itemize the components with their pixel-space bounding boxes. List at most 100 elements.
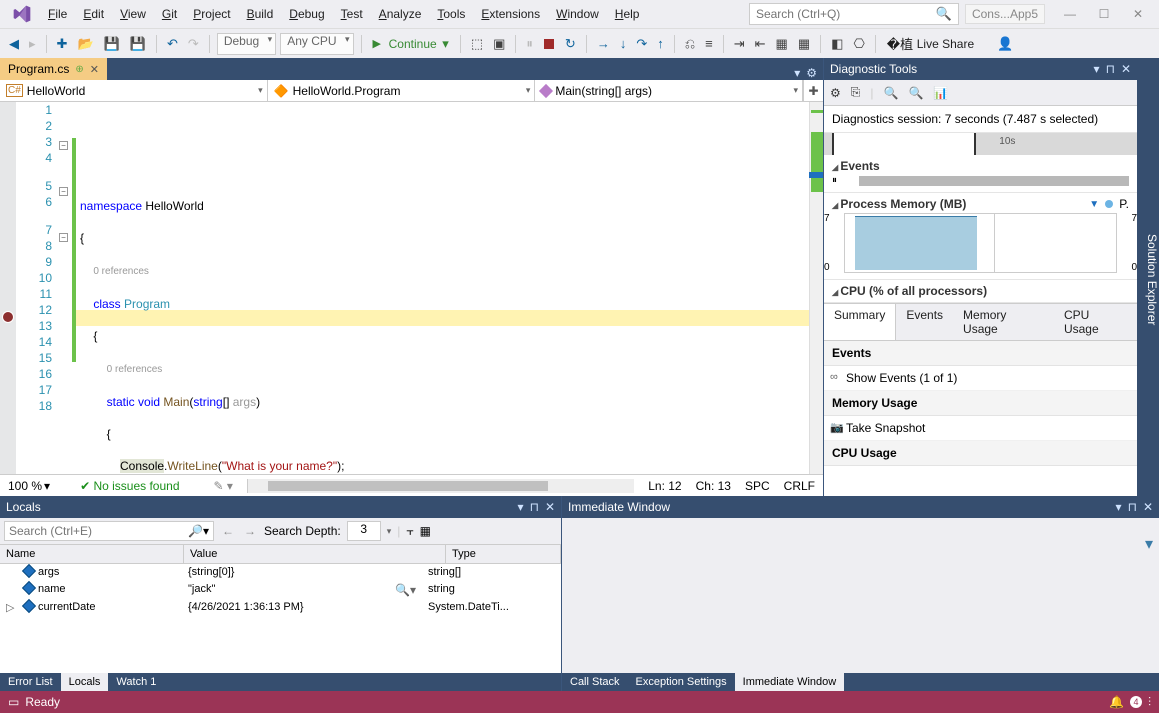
diag-gear-icon[interactable]: ⚙ [830,86,841,100]
zoom-in-icon[interactable]: 🔍 [884,86,899,100]
locals-search[interactable]: 🔎▾ [4,521,214,541]
panel-close-icon[interactable]: ✕ [545,500,555,514]
locals-search-input[interactable] [9,524,188,538]
horizontal-scrollbar[interactable] [247,479,634,493]
diag-tab-events[interactable]: Events [896,304,953,340]
notifications-icon[interactable]: 🔔 [1109,695,1124,709]
menu-project[interactable]: Project [185,3,238,25]
locals-tool-icon-2[interactable]: ▦ [420,524,431,538]
take-snapshot-link[interactable]: 📷Take Snapshot [824,416,1137,441]
panel-dropdown-icon[interactable]: ▾ [518,500,524,514]
step-out-icon[interactable]: ↑ [654,36,667,51]
comment-icon[interactable]: ▦ [773,36,791,52]
panel-close-icon[interactable]: ✕ [1121,62,1131,76]
menu-extensions[interactable]: Extensions [473,3,548,25]
tab-close-icon[interactable]: ✕ [90,63,99,76]
locals-row[interactable]: args{string[0]}string[] [0,564,561,581]
step-into-icon[interactable]: ↓ [617,36,630,51]
platform-combo[interactable]: Any CPU [280,33,353,55]
menu-file[interactable]: File [40,3,75,25]
uncomment-icon[interactable]: ▦ [795,36,813,52]
zoom-out-icon[interactable]: 🔍 [908,86,923,100]
live-share-button[interactable]: �植 Live Share [883,32,978,55]
breakpoint-icon[interactable] [2,311,14,323]
undo-icon[interactable]: ↶ [164,36,181,52]
outdent-icon[interactable]: ⇤ [752,36,769,52]
tool-icon-4[interactable]: ≡ [702,36,716,51]
step-over-icon[interactable]: ↷ [633,36,650,52]
btab-exception-settings[interactable]: Exception Settings [628,673,735,691]
tool-icon-1[interactable]: ⬚ [468,36,486,52]
locals-row[interactable]: name"jack" 🔍▾string [0,581,561,599]
search-depth-input[interactable]: 3 [347,521,381,541]
menu-debug[interactable]: Debug [281,3,332,25]
tab-dropdown-icon[interactable]: ▾ [794,66,800,80]
menu-test[interactable]: Test [333,3,371,25]
code-editor[interactable]: 123456789101112131415161718 − − − namesp… [0,102,823,474]
maximize-button[interactable]: ☐ [1087,3,1121,25]
line-ending[interactable]: CRLF [784,479,815,493]
locals-grid[interactable]: args{string[0]}string[]name"jack" 🔍▾stri… [0,564,561,673]
feedback-icon[interactable]: 👤 [994,36,1016,52]
tab-gear-icon[interactable]: ⚙ [806,66,817,80]
nav-method[interactable]: Main(string[] args) [535,80,803,101]
tool-icon-2[interactable]: ▣ [490,36,508,52]
continue-button[interactable]: ▶ Continue ▾ [369,34,453,54]
panel-pin-icon[interactable]: ⊓ [530,500,539,514]
diag-chart-icon[interactable]: 📊 [933,86,948,100]
locals-row[interactable]: ▷currentDate{4/26/2021 1:36:13 PM}System… [0,599,561,616]
overview-ruler[interactable] [809,102,823,474]
zoom-level[interactable]: 100 % ▾ [8,479,50,493]
menu-edit[interactable]: Edit [75,3,112,25]
btab-locals[interactable]: Locals [61,673,109,691]
restart-icon[interactable]: ↻ [562,36,579,52]
save-icon[interactable]: 💾 [101,36,123,52]
panel-pin-icon[interactable]: ⊓ [1106,62,1115,76]
pause-icon[interactable]: ⏸ [523,36,536,52]
nav-project[interactable]: C#HelloWorld [0,80,268,101]
btab-watch-1[interactable]: Watch 1 [108,673,164,691]
memory-chart[interactable] [844,213,1117,273]
quick-search-input[interactable] [756,7,936,21]
menu-tools[interactable]: Tools [429,3,473,25]
issues-status[interactable]: ✔ No issues found [80,479,179,493]
immediate-body[interactable]: ▾ [562,518,1159,673]
close-button[interactable]: ✕ [1121,3,1155,25]
cpu-section[interactable]: CPU (% of all processors) [832,284,1129,298]
new-icon[interactable]: ✚ [54,36,71,52]
config-combo[interactable]: Debug [217,33,276,55]
locals-tool-icon-1[interactable]: ⫟ [406,524,413,539]
document-tab[interactable]: Program.cs ⊕ ✕ [0,58,107,80]
indent-icon[interactable]: ⇥ [731,36,748,52]
pin-icon[interactable]: ⊕ [75,64,83,75]
diag-timeline[interactable]: 10s [824,133,1137,155]
menu-view[interactable]: View [112,3,154,25]
panel-dropdown-icon[interactable]: ▾ [1094,62,1100,76]
breakpoint-gutter[interactable] [0,102,16,474]
bookmark-icon[interactable]: ◧ [828,36,846,52]
search-next-icon[interactable]: → [242,524,258,538]
nav-class[interactable]: 🔶HelloWorld.Program [268,80,536,101]
minimize-button[interactable]: — [1053,3,1087,25]
code-body[interactable]: namespace HelloWorld { 0 references clas… [76,102,809,474]
menu-build[interactable]: Build [239,3,282,25]
menu-analyze[interactable]: Analyze [371,3,430,25]
quick-search[interactable]: 🔍 [749,3,959,25]
events-section[interactable]: Events [832,159,1129,173]
menu-git[interactable]: Git [154,3,185,25]
indent-mode[interactable]: SPC [745,479,770,493]
forward-icon[interactable]: ▸ [26,36,39,52]
solution-explorer-rail[interactable]: Solution Explorer [1137,58,1159,496]
redo-icon[interactable]: ↷ [185,36,202,52]
panel-pin-icon[interactable]: ⊓ [1128,500,1137,514]
save-all-icon[interactable]: 💾 [127,36,149,52]
diag-tab-memory-usage[interactable]: Memory Usage [953,304,1054,340]
fold-gutter[interactable]: − − − [58,102,72,474]
tool-icon-3[interactable]: ⎌ [682,36,698,52]
btab-error-list[interactable]: Error List [0,673,61,691]
show-events-link[interactable]: ∞Show Events (1 of 1) [824,366,1137,391]
btab-call-stack[interactable]: Call Stack [562,673,628,691]
step-next-icon[interactable]: → [594,36,613,51]
menu-window[interactable]: Window [548,3,607,25]
glyph-icon[interactable]: ✎ ▾ [214,479,233,493]
